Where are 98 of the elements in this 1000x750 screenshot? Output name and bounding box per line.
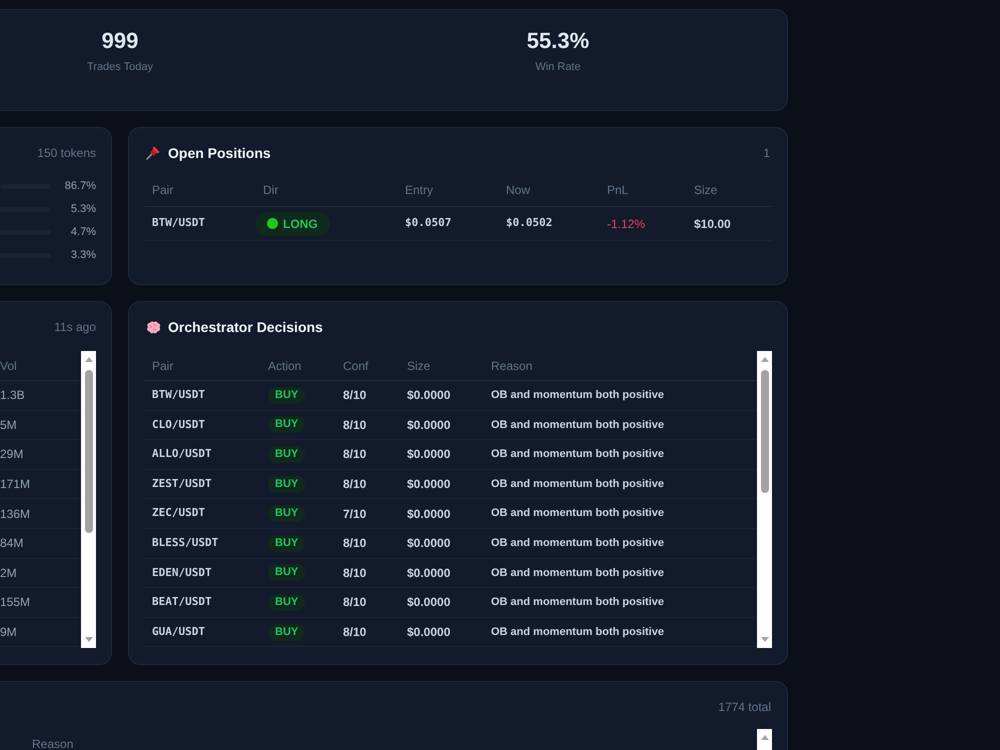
table-cell-text: 5M [0,416,17,434]
action-tag: BUY [268,534,306,552]
table-cell-text: 84M [0,535,24,552]
column-header: Vol [0,358,17,374]
action-tag: BUY [268,505,306,522]
brain-icon [146,320,161,334]
column-header: Conf [342,358,370,374]
table-cell-text: BLESS/USDT [151,535,220,552]
direction-label: LONG [283,216,318,232]
scrollbar-thumb[interactable] [84,370,92,533]
table-cell-text: $0.0502 [505,215,554,232]
column-header: Reason [32,738,74,750]
table-cell-text: $0.0000 [406,476,452,494]
table-cell-text: 136M [0,506,30,523]
share-value: 86.7% [64,179,96,194]
table-cell-text: OB and momentum both positive [490,418,665,433]
table-cell-text: OB and momentum both positive [490,447,665,462]
table-cell-text: $0.0000 [406,535,452,552]
arrow-up-icon[interactable] [760,357,768,362]
table-cell-text: OB and momentum both positive [490,595,665,610]
panel-title: Orchestrator Decisions [168,318,323,336]
table-cell-text: $0.0000 [406,624,452,642]
share-value: 3.3% [70,248,96,264]
column-header: Entry [404,182,434,198]
stat-label: Trades Today [86,61,154,74]
table-cell-text: EDEN/USDT [151,564,213,581]
scrollbar[interactable] [757,351,772,648]
table-cell-text: BTW/USDT [151,387,206,404]
stat-value: 999 [102,30,138,52]
table-cell-text: ZEST/USDT [151,476,213,492]
scrollbar-thumb[interactable] [760,370,768,493]
update-time: 11s ago [54,319,96,336]
column-header: Size [406,358,432,374]
table-cell-text: 8/10 [342,594,368,612]
scrollbar[interactable] [81,351,96,648]
stat-label: Win Rate [535,61,581,74]
action-tag: BUY [268,564,306,582]
table-cell-text: BTW/USDT [151,215,206,232]
table-cell-text: 171M [0,476,30,494]
table-cell-text: 8/10 [342,564,368,582]
table-cell-text: 7/10 [342,506,368,523]
column-header: Pair [151,358,174,374]
table-cell-text: $0.0000 [406,564,452,582]
table-cell-text: OB and momentum both positive [490,624,665,640]
share-value: 5.3% [70,202,96,218]
action-tag: BUY [268,446,306,463]
stat-value: 55.3% [526,30,590,52]
total-count: 1774 total [718,699,771,716]
table-cell-text: GUA/USDT [151,624,206,640]
table-cell-text: $0.0000 [406,387,452,404]
action-tag: BUY [268,386,306,404]
arrow-down-icon[interactable] [84,637,92,642]
table-cell-text: 155M [0,594,30,612]
column-header: Now [505,182,532,198]
share-value: 4.7% [70,225,96,240]
table-cell-text: 8/10 [342,387,368,404]
table-cell-text: 8/10 [342,416,368,434]
action-tag: BUY [268,416,306,434]
table-cell-text: 1.3B [0,387,25,404]
arrow-up-icon[interactable] [84,357,92,362]
table-cell-text: $0.0000 [406,446,452,464]
table-cell-text: CLO/USDT [151,416,206,433]
table-cell-text: 8/10 [342,535,368,552]
action-tag: BUY [268,624,306,641]
arrow-down-icon[interactable] [760,637,768,642]
arrow-up-icon[interactable] [760,735,768,740]
table-cell-text: OB and momentum both positive [490,536,665,552]
column-header: Dir [262,182,280,198]
column-header: Pair [151,182,174,198]
table-cell-text: 8/10 [342,446,368,464]
table-cell-text: 9M [0,624,17,642]
table-cell-text: 29M [0,446,24,464]
table-cell-text: OB and momentum both positive [490,566,665,581]
table-cell-text: 2M [0,564,17,582]
position-count: 1 [763,145,770,162]
pushpin-icon [146,146,160,160]
token-count: 150 tokens [37,145,96,162]
table-cell-text: ALLO/USDT [151,446,213,462]
table-cell-text: $10.00 [693,216,732,232]
table-cell-text: $0.0000 [406,506,452,523]
table-cell-text: 8/10 [342,624,368,642]
table-cell-text: $0.0000 [406,594,452,612]
action-tag: BUY [268,594,306,611]
column-header: Size [693,182,718,198]
table-cell-text: OB and momentum both positive [490,506,665,522]
action-tag: BUY [268,476,306,493]
table-cell-text: OB and momentum both positive [490,388,665,404]
table-cell-text: $0.0000 [406,416,452,434]
panel-title: Open Positions [168,144,271,163]
column-header: Action [267,358,302,374]
table-cell-text: ZEC/USDT [151,505,206,522]
table-cell-text: $0.0507 [404,215,452,232]
table-cell-text: 8/10 [342,476,368,494]
table-cell-text: BEAT/USDT [151,594,213,610]
table-cell-text: -1.12% [606,216,646,232]
table-cell-text: OB and momentum both positive [490,476,665,492]
column-header: PnL [606,182,630,198]
column-header: Reason [490,358,534,374]
